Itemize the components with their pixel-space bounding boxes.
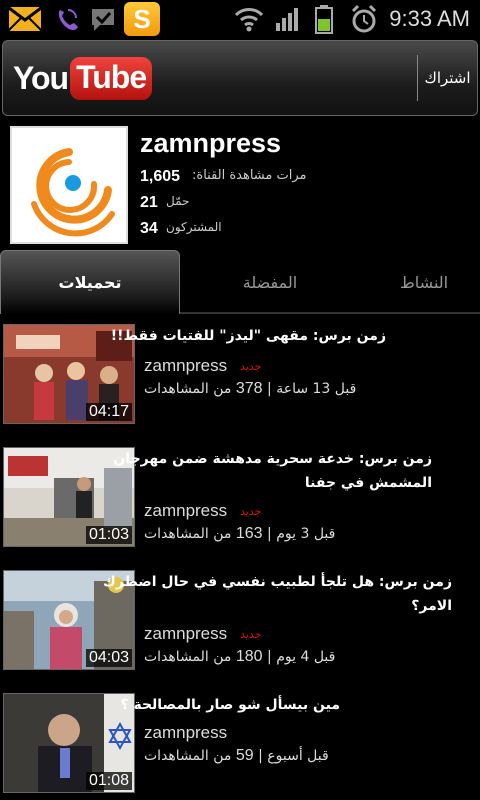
checkmark-speech-icon[interactable] bbox=[88, 4, 118, 34]
video-channel: zamnpress bbox=[144, 723, 228, 742]
view-count: 163 bbox=[235, 525, 263, 542]
app-s-icon[interactable]: S bbox=[124, 2, 160, 36]
video-duration: 01:08 bbox=[85, 772, 132, 790]
video-item[interactable]: 01:03 زمن برس: خدعة سحرية مدهشة ضمن مهرج… bbox=[0, 443, 480, 553]
views-count: 1,605 bbox=[140, 168, 181, 185]
video-item[interactable]: 04:17 زمن برس: مقهى "ليدز" للفتيات فقط!!… bbox=[0, 320, 480, 430]
channel-tabs: تحميلات المفضلة النشاط bbox=[0, 250, 480, 314]
video-duration: 01:03 bbox=[85, 526, 132, 544]
title-text: مقهى "ليدز" للفتيات فقط!! bbox=[110, 328, 309, 344]
battery-icon bbox=[315, 5, 333, 34]
tab-uploads[interactable]: تحميلات bbox=[0, 250, 180, 314]
views-label: مرات مشاهدة القناة: bbox=[192, 168, 307, 183]
alarm-icon bbox=[351, 4, 377, 33]
title-text: مين بيسأل شو صار بالمصالحة ؟ bbox=[120, 697, 340, 713]
video-duration: 04:03 bbox=[85, 649, 132, 667]
view-count: 378 bbox=[235, 380, 263, 397]
channel-name: zamnpress bbox=[140, 128, 282, 158]
video-item[interactable]: 01:08 مين بيسأل شو صار بالمصالحة ؟ zamnp… bbox=[0, 689, 480, 799]
view-count: 180 bbox=[235, 648, 263, 665]
view-count: 59 bbox=[235, 747, 254, 764]
video-title[interactable]: زمن برس: هل تلجأ لطبيب نفسي في حال اضطرك… bbox=[102, 570, 452, 618]
new-badge: جديد bbox=[240, 628, 262, 641]
video-channel: zamnpress bbox=[144, 356, 228, 375]
subscribe-button[interactable]: اشتراك bbox=[417, 55, 477, 101]
video-channel: zamnpress bbox=[144, 624, 228, 643]
video-title[interactable]: زمن برس: مقهى "ليدز" للفتيات فقط!! bbox=[66, 324, 386, 348]
signal-icon bbox=[276, 8, 298, 31]
views-label: من المشاهدات bbox=[144, 649, 232, 665]
video-duration: 04:17 bbox=[85, 403, 132, 421]
new-badge: جديد bbox=[240, 360, 262, 373]
mail-icon[interactable] bbox=[8, 6, 42, 32]
subscribers-label: المشتركون bbox=[166, 220, 222, 234]
time-ago: قبل 4 يوم bbox=[276, 649, 336, 665]
status-bar: S 9:33 AM bbox=[0, 0, 480, 38]
title-prefix: زمن برس bbox=[364, 451, 432, 467]
video-meta: قبل أسبوع | 59 من المشاهدات bbox=[144, 747, 329, 764]
new-badge: جديد bbox=[240, 505, 262, 518]
subscribers-count: 34 bbox=[140, 220, 158, 237]
video-title[interactable]: مين بيسأل شو صار بالمصالحة ؟ bbox=[80, 693, 340, 717]
views-label: من المشاهدات bbox=[144, 748, 232, 764]
video-item[interactable]: 04:03 زمن برس: هل تلجأ لطبيب نفسي في حال… bbox=[0, 566, 480, 676]
spiral-logo-icon bbox=[31, 148, 115, 237]
logo-tube-text: Tube bbox=[70, 56, 153, 100]
uploads-count: 21 bbox=[140, 194, 158, 211]
video-channel: zamnpress bbox=[144, 501, 228, 520]
time-ago: قبل 13 ساعة bbox=[276, 381, 357, 397]
title-prefix: زمن برس bbox=[318, 328, 386, 344]
viber-icon[interactable] bbox=[52, 4, 82, 34]
views-label: من المشاهدات bbox=[144, 526, 232, 542]
uploads-label: حمّل bbox=[166, 194, 190, 208]
video-title[interactable]: زمن برس: خدعة سحرية مدهشة ضمن مهرجان الم… bbox=[92, 447, 432, 495]
app-header: You Tube اشتراك bbox=[2, 40, 478, 116]
youtube-logo[interactable]: You Tube bbox=[13, 55, 153, 101]
tab-favorites[interactable]: المفضلة bbox=[180, 250, 360, 314]
wifi-icon bbox=[234, 8, 264, 32]
time-ago: قبل 3 يوم bbox=[276, 526, 336, 542]
title-prefix: زمن برس bbox=[384, 574, 452, 590]
channel-avatar bbox=[10, 126, 128, 244]
video-meta: قبل 13 ساعة | 378 من المشاهدات bbox=[144, 380, 357, 397]
video-meta: قبل 4 يوم | 180 من المشاهدات bbox=[144, 648, 336, 665]
logo-you-text: You bbox=[13, 59, 69, 96]
views-label: من المشاهدات bbox=[144, 381, 232, 397]
time-ago: قبل أسبوع bbox=[267, 748, 329, 764]
tab-activity[interactable]: النشاط bbox=[400, 250, 480, 314]
video-meta: قبل 3 يوم | 163 من المشاهدات bbox=[144, 525, 336, 542]
status-time: 9:33 AM bbox=[389, 6, 470, 31]
